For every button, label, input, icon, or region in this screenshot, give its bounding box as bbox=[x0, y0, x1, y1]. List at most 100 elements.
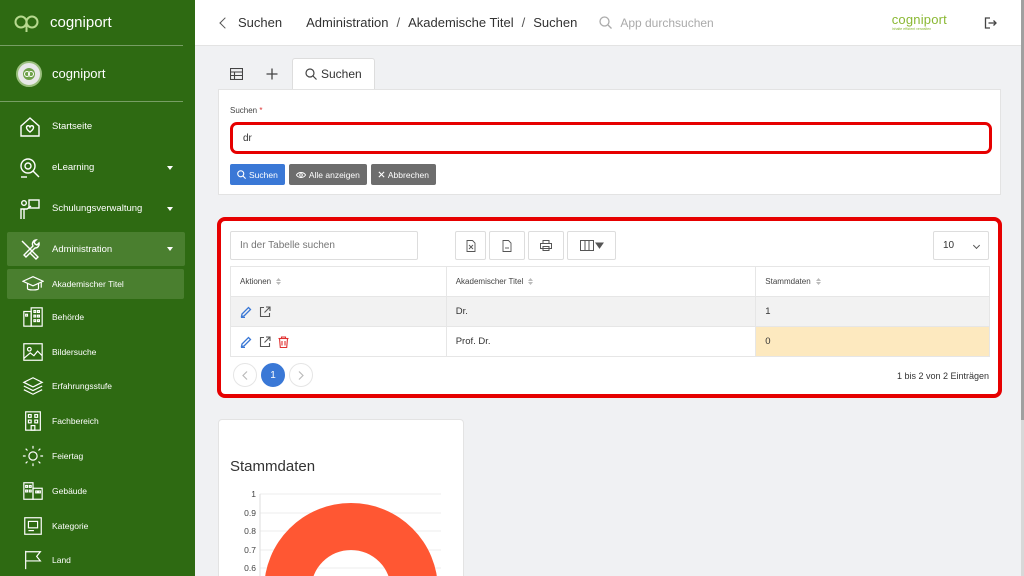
cogniport-logo-icon bbox=[14, 12, 40, 34]
page-button-current[interactable]: 1 bbox=[261, 363, 285, 387]
sub-item-bildersuche[interactable]: Bildersuche bbox=[0, 335, 184, 369]
column-visibility-button[interactable] bbox=[567, 231, 616, 260]
breadcrumb-separator: / bbox=[396, 15, 401, 30]
page-size-select[interactable]: 10 bbox=[933, 231, 989, 260]
tab-add[interactable] bbox=[254, 58, 290, 89]
main-nav: Startseite eLearning Schulungsverwaltung… bbox=[0, 102, 195, 266]
stammdaten-chart-card: Stammdaten 1 0.9 0.8 0.7 0.6 bbox=[218, 419, 464, 576]
sub-item-label: Gebäude bbox=[52, 485, 87, 496]
export-excel-button[interactable] bbox=[455, 231, 486, 260]
header-logo[interactable]: cogniport Inhalte effizient verwalten bbox=[892, 12, 947, 31]
table-header-row: Aktionen Akademischer Titel Stammdaten bbox=[230, 266, 990, 297]
excel-file-icon bbox=[466, 239, 475, 252]
nav-item-administration[interactable]: Administration bbox=[7, 232, 185, 266]
sub-item-land[interactable]: Land bbox=[0, 544, 184, 576]
open-external-icon[interactable] bbox=[259, 305, 271, 318]
table-search-input[interactable] bbox=[230, 231, 418, 260]
sun-icon bbox=[22, 445, 44, 467]
column-header-stammdaten[interactable]: Stammdaten bbox=[755, 266, 990, 297]
app-search-placeholder: App durchsuchen bbox=[620, 15, 714, 30]
column-header-label: Stammdaten bbox=[765, 277, 811, 286]
breadcrumb-item[interactable]: Akademische Titel bbox=[408, 15, 514, 30]
logout-icon bbox=[984, 17, 997, 29]
sub-item-akademischer-titel[interactable]: Akademischer Titel bbox=[7, 269, 184, 299]
tab-search-label: Suchen bbox=[321, 67, 362, 81]
title-cell: Dr. bbox=[445, 296, 757, 327]
flag-icon bbox=[25, 551, 42, 570]
cancel-button[interactable]: Abbrechen bbox=[370, 164, 437, 185]
sub-item-erfahrungsstufe[interactable]: Erfahrungsstufe bbox=[0, 370, 184, 404]
user-profile[interactable]: cogniport bbox=[0, 46, 183, 102]
brand-name: cogniport bbox=[50, 14, 112, 31]
chevron-left-icon bbox=[219, 16, 231, 29]
print-button[interactable] bbox=[528, 231, 564, 260]
category-icon bbox=[24, 516, 42, 535]
sub-item-label: Behörde bbox=[52, 311, 85, 322]
sub-item-label: Akademischer Titel bbox=[52, 279, 124, 289]
building-icon bbox=[23, 307, 43, 327]
breadcrumb-item[interactable]: Administration bbox=[306, 15, 388, 30]
logo-tagline: Inhalte effizient verwalten bbox=[891, 27, 932, 31]
columns-icon bbox=[579, 240, 604, 251]
brand[interactable]: cogniport bbox=[0, 0, 183, 46]
edit-pencil-icon[interactable] bbox=[240, 306, 252, 318]
table-toolbar bbox=[455, 231, 616, 260]
sidebar: cogniport cogniport Startseite eLearning… bbox=[0, 0, 195, 576]
search-input[interactable] bbox=[230, 122, 992, 154]
sub-item-fachbereich[interactable]: Fachbereich bbox=[0, 404, 184, 438]
sub-item-label: Land bbox=[52, 555, 71, 566]
sub-item-label: Kategorie bbox=[52, 520, 89, 531]
export-pdf-button[interactable] bbox=[489, 231, 525, 260]
column-header-akademischer-titel[interactable]: Akademischer Titel bbox=[445, 266, 757, 297]
y-tick-label: 1 bbox=[251, 489, 256, 499]
pagination: 1 bbox=[233, 363, 313, 387]
tab-search[interactable]: Suchen bbox=[292, 58, 375, 89]
stammdaten-cell: 1 bbox=[755, 296, 990, 327]
sub-item-label: Erfahrungsstufe bbox=[52, 381, 113, 392]
plus-icon bbox=[266, 68, 278, 79]
trash-icon[interactable] bbox=[278, 335, 289, 348]
column-header-aktionen[interactable]: Aktionen bbox=[230, 266, 447, 297]
tab-table-view[interactable] bbox=[218, 58, 254, 89]
prev-page-button[interactable] bbox=[233, 363, 257, 387]
nav-label: Startseite bbox=[52, 121, 93, 132]
search-form: Suchen * Suchen Alle anzeigen Abbrechen bbox=[218, 89, 1001, 195]
open-external-icon[interactable] bbox=[259, 335, 271, 348]
results-table: Aktionen Akademischer Titel Stammdaten D… bbox=[230, 266, 990, 357]
show-all-button[interactable]: Alle anzeigen bbox=[288, 164, 367, 185]
search-icon bbox=[599, 16, 613, 29]
buildings-icon bbox=[23, 482, 43, 500]
sub-item-kategorie[interactable]: Kategorie bbox=[0, 509, 184, 543]
y-tick-label: 0.7 bbox=[244, 545, 256, 555]
nav-label: Schulungsverwaltung bbox=[52, 203, 143, 214]
home-icon bbox=[20, 116, 40, 137]
edit-pencil-icon[interactable] bbox=[240, 336, 252, 348]
donut-slice[interactable] bbox=[264, 503, 438, 576]
y-ticks: 1 0.9 0.8 0.7 0.6 bbox=[244, 489, 256, 573]
nav-item-startseite[interactable]: Startseite bbox=[0, 106, 195, 147]
sub-item-feiertag[interactable]: Feiertag bbox=[0, 439, 184, 473]
user-name: cogniport bbox=[52, 66, 106, 81]
page-size-value: 10 bbox=[943, 240, 955, 251]
sub-item-gebaeude[interactable]: Gebäude bbox=[0, 474, 184, 508]
view-tabs: Suchen bbox=[218, 58, 375, 89]
logout-button[interactable] bbox=[983, 16, 997, 35]
back-button[interactable]: Suchen bbox=[219, 15, 283, 30]
table-icon bbox=[229, 67, 243, 80]
sub-item-label: Fachbereich bbox=[52, 416, 99, 427]
y-tick-label: 0.6 bbox=[244, 563, 256, 573]
results-table-card: 10 Aktionen Akademischer Titel Stammdate… bbox=[217, 217, 1002, 398]
search-button[interactable]: Suchen bbox=[230, 164, 285, 185]
nav-item-elearning[interactable]: eLearning bbox=[0, 147, 195, 188]
back-label: Suchen bbox=[238, 15, 283, 30]
app-search[interactable]: App durchsuchen bbox=[599, 15, 714, 30]
next-page-button[interactable] bbox=[289, 363, 313, 387]
column-header-label: Akademischer Titel bbox=[455, 277, 524, 286]
sub-item-behoerde[interactable]: Behörde bbox=[0, 300, 184, 334]
nav-item-schulungsverwaltung[interactable]: Schulungsverwaltung bbox=[0, 188, 195, 229]
show-all-button-label: Alle anzeigen bbox=[308, 169, 360, 180]
sort-icon bbox=[815, 278, 821, 286]
top-header: Suchen Administration / Akademische Tite… bbox=[195, 0, 1021, 46]
table-info: 1 bis 2 von 2 Einträgen bbox=[896, 371, 989, 381]
training-icon bbox=[20, 198, 40, 219]
